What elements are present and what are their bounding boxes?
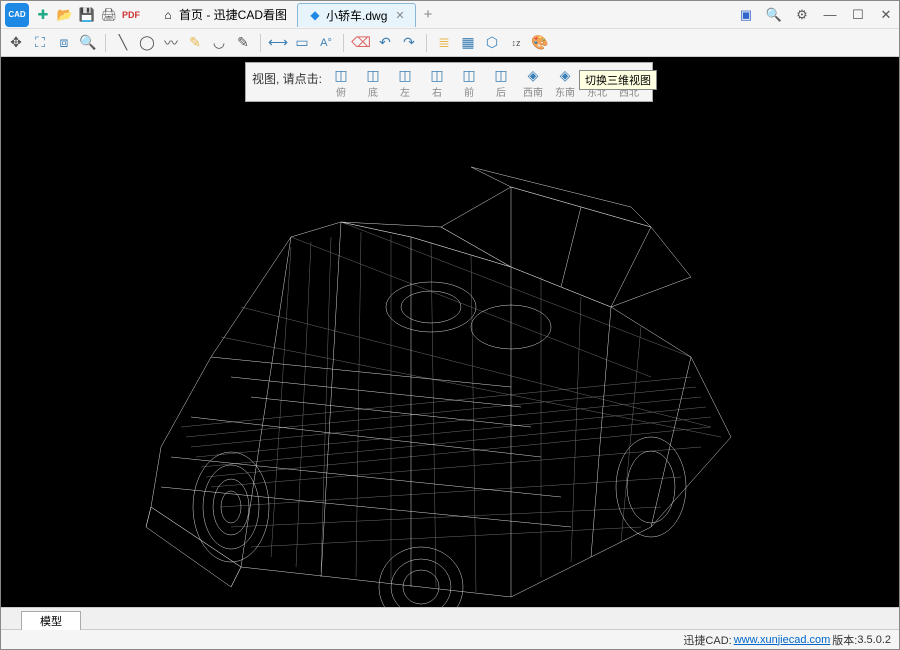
file-tab-active[interactable]: ◆ 小轿车.dwg ✕ xyxy=(297,3,416,27)
view-right-button[interactable]: ◫右 xyxy=(424,67,450,99)
cube-icon: ◫ xyxy=(461,67,477,83)
undo-icon[interactable]: ↶ xyxy=(376,34,394,52)
align-icon[interactable]: ▭ xyxy=(293,34,311,52)
drawing-viewport[interactable]: 视图, 请点击: ◫俯 ◫底 ◫左 ◫右 ◫前 ◫后 ◈西南 ◈东南 ◈东北 ◈… xyxy=(1,57,899,607)
leader-icon[interactable]: A° xyxy=(317,34,335,52)
close-button[interactable]: ✕ xyxy=(877,6,895,24)
view-bottom-button[interactable]: ◫底 xyxy=(360,67,386,99)
model-space-tab[interactable]: 模型 xyxy=(21,611,81,630)
zoom-extent-icon[interactable]: ⛶ xyxy=(31,34,49,52)
screenshot-icon[interactable]: ▣ xyxy=(737,6,755,24)
cube-icon: ◫ xyxy=(333,67,349,83)
new-file-icon[interactable]: ✚ xyxy=(35,7,51,23)
titlebar: CAD ✚ 📂 💾 🖨 PDF ⌂ 首页 - 迅捷CAD看图 ◆ 小轿车.dwg… xyxy=(1,1,899,29)
pan-tool-icon[interactable]: ✥ xyxy=(7,34,25,52)
view-label: 左 xyxy=(400,84,410,99)
wireframe-model xyxy=(91,127,811,607)
view-left-button[interactable]: ◫左 xyxy=(392,67,418,99)
separator xyxy=(105,34,106,52)
status-app-name: 迅捷CAD: xyxy=(683,632,731,648)
cube-icon: ◫ xyxy=(397,67,413,83)
view3d-icon[interactable]: ⬡ xyxy=(483,34,501,52)
separator xyxy=(426,34,427,52)
quick-access-toolbar: ✚ 📂 💾 🖨 PDF xyxy=(35,7,139,23)
zoom-window-icon[interactable]: ⧈ xyxy=(55,34,73,52)
line-tool-icon[interactable]: ╲ xyxy=(114,34,132,52)
view-label: 西南 xyxy=(523,84,543,99)
save-icon[interactable]: 💾 xyxy=(79,7,95,23)
circle-tool-icon[interactable]: ◯ xyxy=(138,34,156,52)
block-icon[interactable]: ▦ xyxy=(459,34,477,52)
measure-icon[interactable]: 🔍 xyxy=(79,34,97,52)
view-label: 后 xyxy=(496,84,506,99)
tooltip: 切换三维视图 xyxy=(579,70,657,90)
view-label: 右 xyxy=(432,84,442,99)
pencil-tool-icon[interactable]: ✎ xyxy=(186,34,204,52)
layer-icon[interactable]: ≣ xyxy=(435,34,453,52)
status-bar: 迅捷CAD: www.xunjiecad.com 版本: 3.5.0.2 xyxy=(1,629,899,649)
dimension-icon[interactable]: ⟷ xyxy=(269,34,287,52)
window-controls: ▣ 🔍 ⚙ — ☐ ✕ xyxy=(737,6,895,24)
elevation-icon[interactable]: ↕z xyxy=(507,34,525,52)
cube-icon: ◈ xyxy=(557,67,573,83)
settings-icon[interactable]: ⚙ xyxy=(793,6,811,24)
version-number: 3.5.0.2 xyxy=(857,634,891,646)
color-wheel-icon[interactable]: 🎨 xyxy=(531,34,549,52)
home-tab[interactable]: ⌂ 首页 - 迅捷CAD看图 xyxy=(151,3,297,27)
file-tab-label: 小轿车.dwg xyxy=(326,7,387,24)
layout-tabs: 模型 xyxy=(1,607,899,629)
website-link[interactable]: www.xunjiecad.com xyxy=(734,634,831,646)
view-panel-label: 视图, 请点击: xyxy=(252,70,322,87)
version-label: 版本: xyxy=(832,632,857,648)
view-front-button[interactable]: ◫前 xyxy=(456,67,482,99)
minimize-button[interactable]: — xyxy=(821,6,839,24)
view-back-button[interactable]: ◫后 xyxy=(488,67,514,99)
view-sw-button[interactable]: ◈西南 xyxy=(520,67,546,99)
dwg-file-icon: ◆ xyxy=(308,8,322,22)
print-icon[interactable]: 🖨 xyxy=(101,7,117,23)
zoom-icon[interactable]: 🔍 xyxy=(765,6,783,24)
maximize-button[interactable]: ☐ xyxy=(849,6,867,24)
view-se-button[interactable]: ◈东南 xyxy=(552,67,578,99)
cube-icon: ◫ xyxy=(429,67,445,83)
document-tabs: ⌂ 首页 - 迅捷CAD看图 ◆ 小轿车.dwg ✕ + xyxy=(151,3,737,27)
separator xyxy=(343,34,344,52)
erase-icon[interactable]: ⌫ xyxy=(352,34,370,52)
redo-icon[interactable]: ↷ xyxy=(400,34,418,52)
text-tool-icon[interactable]: ✎ xyxy=(234,34,252,52)
view-label: 前 xyxy=(464,84,474,99)
home-tab-label: 首页 - 迅捷CAD看图 xyxy=(179,6,287,23)
pdf-icon[interactable]: PDF xyxy=(123,7,139,23)
open-file-icon[interactable]: 📂 xyxy=(57,7,73,23)
view-label: 东南 xyxy=(555,84,575,99)
polyline-tool-icon[interactable]: 〰 xyxy=(162,34,180,52)
view-top-button[interactable]: ◫俯 xyxy=(328,67,354,99)
view-label: 俯 xyxy=(336,84,346,99)
app-logo: CAD xyxy=(5,3,29,27)
view-label: 底 xyxy=(368,84,378,99)
cube-icon: ◫ xyxy=(365,67,381,83)
cube-icon: ◈ xyxy=(525,67,541,83)
close-tab-icon[interactable]: ✕ xyxy=(395,9,404,22)
home-icon: ⌂ xyxy=(161,8,175,22)
add-tab-button[interactable]: + xyxy=(416,6,441,23)
main-toolbar: ✥ ⛶ ⧈ 🔍 ╲ ◯ 〰 ✎ ◡ ✎ ⟷ ▭ A° ⌫ ↶ ↷ ≣ ▦ ⬡ ↕… xyxy=(1,29,899,57)
arc-tool-icon[interactable]: ◡ xyxy=(210,34,228,52)
cube-icon: ◫ xyxy=(493,67,509,83)
separator xyxy=(260,34,261,52)
